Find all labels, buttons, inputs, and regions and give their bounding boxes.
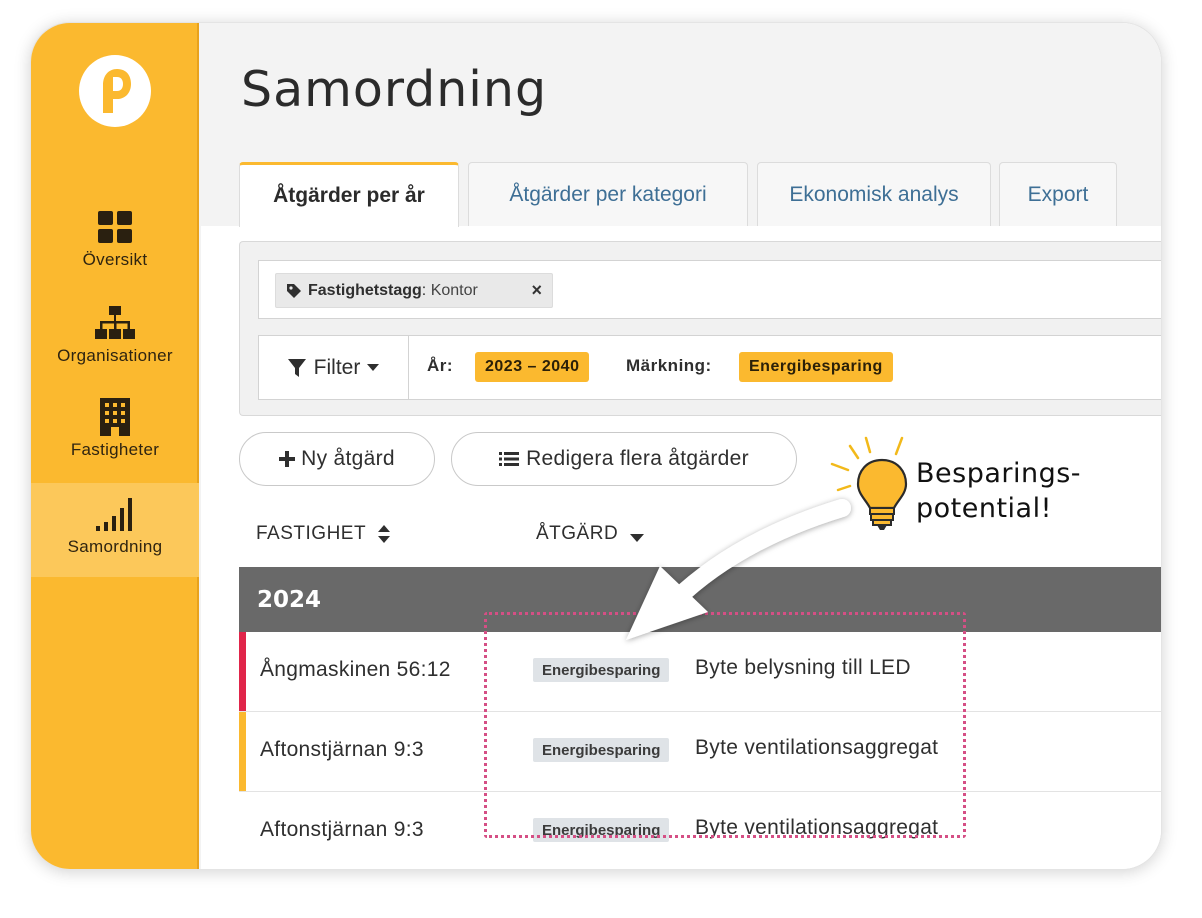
column-header-atgard[interactable]: ÅTGÄRD (536, 523, 645, 545)
tab-atgarder-per-ar[interactable]: Åtgärder per år (239, 162, 459, 227)
tab-label: Export (1027, 182, 1089, 206)
signal-bars-icon (95, 495, 135, 533)
light-bulb-icon (830, 436, 908, 530)
filter-button-label: Filter (313, 355, 361, 379)
building-icon (99, 398, 131, 436)
logo[interactable] (79, 55, 151, 127)
sidebar-item-oversikt[interactable]: Översikt (31, 208, 199, 302)
caret-down-icon (367, 363, 380, 371)
tab-ekonomisk-analys[interactable]: Ekonomisk analys (757, 162, 991, 226)
sidebar-item-organisationer[interactable]: Organisationer (31, 304, 199, 398)
table-row[interactable]: Aftonstjärnan 9:3 Energibesparing Byte v… (239, 712, 1161, 792)
year-filter-label: År: (427, 356, 454, 375)
filter-panel: Fastighetstagg: Kontor × Filter År: 2023… (239, 241, 1161, 416)
cell-property: Aftonstjärnan 9:3 (260, 818, 424, 841)
year-group-header: 2024 (239, 567, 1161, 632)
sidebar-item-fastigheter[interactable]: Fastigheter (31, 398, 199, 492)
plus-icon (279, 451, 296, 467)
filter-bar: Filter År: 2023 – 2040 Märkning: Energib… (258, 335, 1161, 400)
sort-both-icon (378, 525, 391, 543)
tag-chip[interactable]: Fastighetstagg: Kontor × (275, 273, 553, 308)
table-row[interactable]: Ångmaskinen 56:12 Energibesparing Byte b… (239, 632, 1161, 712)
tab-label: Ekonomisk analys (789, 182, 959, 206)
category-badge: Energibesparing (533, 658, 670, 682)
tab-atgarder-per-kategori[interactable]: Åtgärder per kategori (468, 162, 748, 226)
column-header-fastighet[interactable]: FASTIGHET (256, 523, 391, 545)
filter-button[interactable]: Filter (259, 336, 409, 399)
main-content: Samordning Åtgärder per år Åtgärder per … (201, 23, 1161, 869)
parkpilot-logo-icon (103, 69, 131, 113)
category-badge: Energibesparing (533, 738, 670, 762)
marking-filter-badge[interactable]: Energibesparing (739, 352, 893, 382)
sidebar-item-samordning[interactable]: Samordning (31, 483, 199, 577)
tab-label: Åtgärder per år (273, 184, 425, 207)
caret-down-icon (630, 533, 645, 542)
category-badge: Energibesparing (533, 818, 670, 842)
grid-icon (97, 208, 133, 246)
list-icon (499, 452, 520, 466)
tab-label: Åtgärder per kategori (509, 182, 707, 206)
row-status-edge (239, 632, 246, 711)
cell-action: Byte belysning till LED (695, 656, 911, 679)
column-header-label: FASTIGHET (256, 523, 367, 544)
cell-property: Ångmaskinen 56:12 (260, 658, 451, 681)
table-row[interactable]: Aftonstjärnan 9:3 Energibesparing Byte v… (239, 792, 1161, 869)
edit-multiple-actions-button[interactable]: Redigera flera åtgärder (451, 432, 797, 486)
tab-export[interactable]: Export (999, 162, 1117, 226)
callout-line-1: Besparings- (916, 458, 1082, 489)
row-status-edge (239, 712, 246, 791)
column-header-label: ÅTGÄRD (536, 523, 619, 544)
page-title: Samordning (241, 61, 548, 118)
marking-filter-label: Märkning: (626, 356, 712, 375)
cell-property: Aftonstjärnan 9:3 (260, 738, 424, 761)
tag-filter-input[interactable]: Fastighetstagg: Kontor × (258, 260, 1161, 319)
sidebar: Översikt Organisationer Fastigheter Samo… (31, 23, 199, 869)
tag-icon (287, 283, 301, 298)
year-filter-badge[interactable]: 2023 – 2040 (475, 352, 590, 382)
org-chart-icon (95, 304, 135, 342)
cell-action: Byte ventilationsaggregat (695, 816, 939, 839)
tag-value: Kontor (426, 281, 478, 299)
callout-text: Besparings- potential! (916, 456, 1081, 526)
tag-key: Fastighetstagg (308, 281, 422, 299)
new-action-label: Ny åtgärd (301, 447, 395, 470)
cell-action: Byte ventilationsaggregat (695, 736, 939, 759)
edit-multiple-label: Redigera flera åtgärder (526, 447, 749, 470)
app-window: Översikt Organisationer Fastigheter Samo… (30, 22, 1162, 870)
sidebar-item-label: Organisationer (57, 346, 173, 365)
filter-icon (287, 358, 306, 377)
sidebar-item-label: Samordning (67, 537, 163, 556)
new-action-button[interactable]: Ny åtgärd (239, 432, 435, 486)
tag-remove-icon[interactable]: × (531, 280, 542, 301)
callout-line-2: potential! (916, 493, 1052, 524)
sidebar-item-label: Översikt (82, 250, 148, 269)
sidebar-item-label: Fastigheter (70, 440, 160, 459)
